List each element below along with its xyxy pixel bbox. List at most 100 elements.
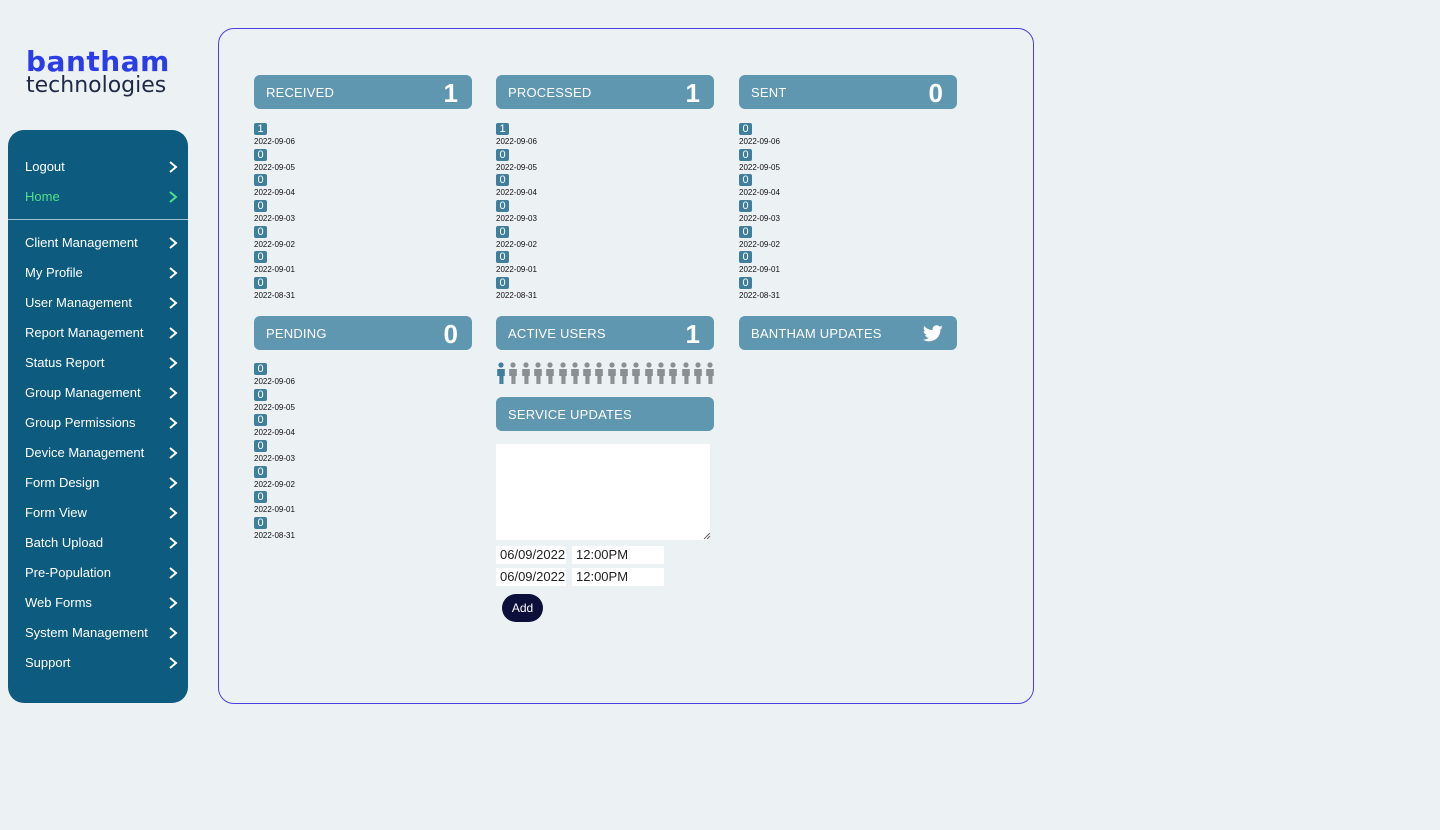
nav-logout[interactable]: Logout xyxy=(8,151,188,181)
person-icon xyxy=(570,362,579,384)
nav-support[interactable]: Support xyxy=(8,647,188,677)
chevron-right-icon xyxy=(169,237,178,249)
count-badge: 1 xyxy=(254,123,267,135)
daily-stat: 0 2022-09-02 xyxy=(496,225,616,252)
stat-date: 2022-09-02 xyxy=(254,239,295,249)
daily-stat: 0 2022-08-31 xyxy=(254,277,374,303)
nav-label: Support xyxy=(25,655,71,670)
person-icon xyxy=(669,362,677,384)
service-update-textarea[interactable] xyxy=(496,444,710,540)
nav-web-forms[interactable]: Web Forms xyxy=(8,587,188,617)
nav-form-design[interactable]: Form Design xyxy=(8,467,188,497)
nav-label: Client Management xyxy=(25,235,138,250)
count-badge: 1 xyxy=(496,123,509,135)
pending-daily-list: 0 2022-09-06 0 2022-09-05 0 2022-09-04 0 2022-0… xyxy=(254,363,374,543)
end-time-input[interactable]: 12:00PM xyxy=(572,568,664,586)
stat-date: 2022-09-02 xyxy=(739,239,780,249)
chevron-right-icon xyxy=(169,597,178,609)
nav-user-management[interactable]: User Management xyxy=(8,287,188,317)
processed-daily-list: 1 2022-09-06 0 2022-09-05 0 2022-09-04 0 2022-0… xyxy=(496,123,616,303)
stat-date: 2022-09-04 xyxy=(254,428,295,438)
card-count: 1 xyxy=(443,78,458,108)
nav-system-management[interactable]: System Management xyxy=(8,617,188,647)
daily-stat: 0 2022-09-01 xyxy=(254,491,374,517)
count-badge: 0 xyxy=(496,200,509,213)
daily-stat: 0 2022-09-02 xyxy=(254,465,374,492)
nav-label: Batch Upload xyxy=(25,535,104,550)
twitter-icon[interactable] xyxy=(923,325,943,342)
daily-stat: 0 2022-09-05 xyxy=(254,388,374,415)
resize-handle-icon[interactable] xyxy=(703,532,711,540)
card-count: 1 xyxy=(685,78,700,108)
stat-date: 2022-08-31 xyxy=(739,291,780,301)
stat-date: 2022-09-01 xyxy=(254,265,295,275)
daily-stat: 0 2022-09-03 xyxy=(496,200,616,226)
count-badge: 0 xyxy=(254,148,267,161)
daily-stat: 0 2022-09-04 xyxy=(254,414,374,440)
chevron-right-icon xyxy=(169,447,178,459)
daily-stat: 0 2022-09-06 xyxy=(739,123,859,149)
chevron-right-icon xyxy=(169,627,178,639)
daily-stat: 0 2022-08-31 xyxy=(739,277,859,303)
nav-pre-population[interactable]: Pre-Population xyxy=(8,557,188,587)
count-badge: 0 xyxy=(739,174,752,187)
daily-stat: 1 2022-09-06 xyxy=(496,123,616,149)
count-badge: 0 xyxy=(739,123,752,135)
stat-date: 2022-09-04 xyxy=(496,188,537,198)
daily-stat: 0 2022-09-01 xyxy=(739,251,859,277)
chevron-right-icon xyxy=(169,417,178,429)
count-badge: 0 xyxy=(496,251,509,264)
nav-report-management[interactable]: Report Management xyxy=(8,317,188,347)
count-badge: 0 xyxy=(254,363,267,375)
card-title: PROCESSED xyxy=(508,85,592,100)
nav-group-management[interactable]: Group Management xyxy=(8,377,188,407)
person-icon xyxy=(558,362,567,384)
daily-stat: 0 2022-09-06 xyxy=(254,363,374,389)
stat-date: 2022-09-01 xyxy=(739,265,780,275)
nav-device-management[interactable]: Device Management xyxy=(8,437,188,467)
count-badge: 0 xyxy=(739,148,752,161)
nav-home[interactable]: Home xyxy=(8,181,188,211)
count-badge: 0 xyxy=(254,200,267,213)
bantham-updates-card-header[interactable]: BANTHAM UPDATES xyxy=(739,316,957,350)
daily-stat: 0 2022-09-05 xyxy=(496,148,616,175)
card-title: PENDING xyxy=(266,326,327,341)
end-date-input[interactable]: 06/09/2022 xyxy=(496,568,566,586)
nav-label: System Management xyxy=(25,625,148,640)
nav-label: Report Management xyxy=(25,325,144,340)
nav-client-management[interactable]: Client Management xyxy=(8,227,188,257)
daily-stat: 0 2022-09-01 xyxy=(254,251,374,277)
nav-batch-upload[interactable]: Batch Upload xyxy=(8,527,188,557)
stat-date: 2022-09-03 xyxy=(496,214,537,224)
start-time-input[interactable]: 12:00PM xyxy=(572,546,664,564)
daily-stat: 0 2022-09-04 xyxy=(496,174,616,200)
processed-card-header: PROCESSED 1 xyxy=(496,75,714,109)
person-icon xyxy=(583,362,591,384)
start-date-input[interactable]: 06/09/2022 xyxy=(496,546,566,564)
person-icon xyxy=(657,362,665,384)
nav-my-profile[interactable]: My Profile xyxy=(8,257,188,287)
daily-stat: 0 2022-09-03 xyxy=(254,200,374,226)
daily-stat: 0 2022-09-01 xyxy=(496,251,616,277)
stat-date: 2022-09-02 xyxy=(254,479,295,489)
count-badge: 0 xyxy=(254,225,267,238)
nav-label: My Profile xyxy=(25,265,83,280)
card-count: 1 xyxy=(685,319,700,349)
daily-stat: 0 2022-09-05 xyxy=(254,148,374,175)
pending-card-header: PENDING 0 xyxy=(254,316,472,350)
daily-stat: 0 2022-08-31 xyxy=(254,517,374,543)
nav-label: Status Report xyxy=(25,355,105,370)
nav-group-permissions[interactable]: Group Permissions xyxy=(8,407,188,437)
stat-date: 2022-08-31 xyxy=(254,531,295,541)
nav-status-report[interactable]: Status Report xyxy=(8,347,188,377)
person-icon xyxy=(681,362,690,384)
stat-date: 2022-09-05 xyxy=(254,162,295,172)
nav-label: Form Design xyxy=(25,475,100,490)
stat-date: 2022-09-02 xyxy=(496,239,537,249)
person-icon xyxy=(595,362,604,384)
daily-stat: 0 2022-09-04 xyxy=(739,174,859,200)
nav-form-view[interactable]: Form View xyxy=(8,497,188,527)
add-button[interactable]: Add xyxy=(502,594,543,622)
stat-date: 2022-09-05 xyxy=(254,402,295,412)
stat-date: 2022-09-04 xyxy=(254,188,295,198)
